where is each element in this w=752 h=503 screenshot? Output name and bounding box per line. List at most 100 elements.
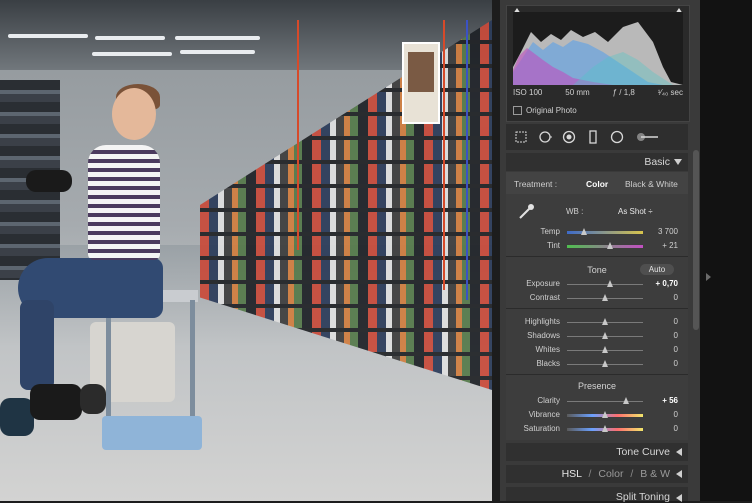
treatment-color-option[interactable]: Color bbox=[586, 179, 608, 189]
expand-triangle-icon[interactable] bbox=[676, 448, 682, 456]
red-eye-icon[interactable] bbox=[562, 130, 576, 144]
hsl-tab[interactable]: HSL bbox=[562, 468, 582, 480]
shoe-in-hand bbox=[26, 170, 72, 192]
adjustment-brush-icon[interactable] bbox=[634, 130, 660, 144]
divider bbox=[506, 256, 688, 257]
person-shin bbox=[20, 300, 54, 390]
shoe-on-floor bbox=[0, 398, 34, 436]
bw-tab[interactable]: B & W bbox=[640, 468, 670, 480]
exposure-slider-thumb[interactable] bbox=[607, 280, 613, 287]
clarity-value[interactable]: + 56 bbox=[662, 396, 678, 405]
stool-base bbox=[102, 416, 202, 450]
photo-preview[interactable] bbox=[0, 0, 492, 501]
hsl-tabs: HSL / Color / B & W bbox=[562, 468, 670, 480]
treatment-row: Treatment : Color Black & White bbox=[506, 172, 688, 194]
vibrance-value[interactable]: 0 bbox=[674, 410, 678, 419]
expand-triangle-icon[interactable] bbox=[676, 470, 682, 478]
radial-filter-icon[interactable] bbox=[610, 130, 624, 144]
divider bbox=[506, 308, 688, 309]
color-separator: / bbox=[630, 468, 634, 480]
highlights-value[interactable]: 0 bbox=[674, 317, 678, 326]
highlights-slider-thumb[interactable] bbox=[602, 318, 608, 325]
auto-tone-button[interactable]: Auto bbox=[640, 264, 674, 275]
contrast-label: Contrast bbox=[529, 293, 560, 302]
contrast-value[interactable]: 0 bbox=[674, 293, 678, 302]
divider bbox=[506, 374, 688, 375]
shutter-value: ¹⁄₄₀ sec bbox=[657, 88, 683, 97]
basic-panel-title: Basic bbox=[644, 156, 670, 168]
expand-panel-icon[interactable] bbox=[706, 273, 711, 281]
blacks-label: Blacks bbox=[536, 359, 560, 368]
whites-value[interactable]: 0 bbox=[674, 345, 678, 354]
histogram-graph bbox=[513, 22, 683, 85]
saturation-value[interactable]: 0 bbox=[674, 424, 678, 433]
original-photo-checkbox[interactable] bbox=[513, 106, 522, 115]
basic-panel: Treatment : Color Black & White WB : As … bbox=[506, 172, 688, 440]
stool-leg bbox=[106, 300, 111, 425]
blacks-slider-thumb[interactable] bbox=[602, 360, 608, 367]
wb-select[interactable]: As Shot ÷ bbox=[618, 207, 653, 216]
focal-length-value: 50 mm bbox=[565, 88, 590, 97]
tone-curve-title: Tone Curve bbox=[616, 446, 670, 458]
clarity-track[interactable] bbox=[567, 401, 643, 402]
whites-slider-thumb[interactable] bbox=[602, 346, 608, 353]
iso-value: ISO 100 bbox=[513, 88, 543, 97]
tint-label: Tint bbox=[546, 241, 560, 250]
vibrance-slider-thumb[interactable] bbox=[602, 411, 608, 418]
contrast-slider-thumb[interactable] bbox=[602, 294, 608, 301]
stool-leg bbox=[190, 300, 195, 425]
tint-value[interactable]: + 21 bbox=[662, 241, 678, 250]
temp-label: Temp bbox=[540, 227, 560, 236]
wb-label: WB : bbox=[566, 207, 584, 216]
temp-track[interactable] bbox=[567, 231, 643, 234]
person-head bbox=[112, 88, 156, 140]
tint-slider-thumb[interactable] bbox=[607, 242, 613, 249]
exif-info: ISO 100 50 mm ƒ / 1,8 ¹⁄₄₀ sec bbox=[513, 88, 683, 97]
rack-pole bbox=[297, 20, 299, 250]
temp-slider-thumb[interactable] bbox=[581, 228, 587, 235]
rack-pole bbox=[443, 20, 445, 290]
basic-panel-header[interactable]: Basic bbox=[506, 153, 688, 171]
hsl-separator: / bbox=[588, 468, 592, 480]
shoe-on-floor bbox=[80, 384, 106, 414]
highlights-label: Highlights bbox=[524, 317, 560, 326]
clarity-label: Clarity bbox=[537, 396, 560, 405]
white-balance-eyedropper-icon[interactable] bbox=[516, 202, 536, 222]
clarity-slider-thumb[interactable] bbox=[623, 397, 629, 404]
ceiling-light bbox=[180, 50, 255, 54]
hsl-panel-header[interactable]: HSL / Color / B & W bbox=[506, 465, 688, 483]
vibrance-label: Vibrance bbox=[528, 410, 560, 419]
person-shoe bbox=[30, 384, 82, 420]
tool-strip bbox=[506, 124, 688, 150]
treatment-bw-option[interactable]: Black & White bbox=[625, 179, 678, 189]
crop-overlay-icon[interactable] bbox=[514, 130, 528, 144]
rack-pole bbox=[466, 20, 468, 300]
exposure-track[interactable] bbox=[567, 284, 643, 285]
saturation-slider-thumb[interactable] bbox=[602, 425, 608, 432]
shadows-label: Shadows bbox=[527, 331, 560, 340]
tone-curve-panel-header[interactable]: Tone Curve bbox=[506, 443, 688, 461]
split-toning-panel-header[interactable]: Split Toning bbox=[506, 487, 688, 503]
exposure-value[interactable]: + 0,70 bbox=[656, 279, 678, 288]
treatment-label: Treatment : bbox=[514, 179, 558, 189]
person-shirt bbox=[88, 145, 160, 260]
saturation-label: Saturation bbox=[523, 424, 560, 433]
whites-label: Whites bbox=[535, 345, 560, 354]
panel-scrollbar[interactable] bbox=[693, 150, 699, 330]
histogram-plot bbox=[513, 12, 683, 85]
original-photo-label: Original Photo bbox=[526, 106, 577, 115]
poster bbox=[402, 42, 440, 124]
collapse-triangle-icon[interactable] bbox=[674, 159, 682, 165]
presence-subhead: Presence bbox=[577, 381, 617, 391]
color-tab[interactable]: Color bbox=[598, 468, 623, 480]
ceiling-light bbox=[175, 36, 260, 40]
graduated-filter-icon[interactable] bbox=[586, 130, 600, 144]
blacks-value[interactable]: 0 bbox=[674, 359, 678, 368]
original-photo-toggle[interactable]: Original Photo bbox=[513, 106, 577, 115]
shadows-value[interactable]: 0 bbox=[674, 331, 678, 340]
shadows-slider-thumb[interactable] bbox=[602, 332, 608, 339]
ceiling-light bbox=[92, 52, 172, 56]
spot-removal-icon[interactable] bbox=[538, 130, 552, 144]
tint-track[interactable] bbox=[567, 245, 643, 248]
temp-value[interactable]: 3 700 bbox=[658, 227, 678, 236]
